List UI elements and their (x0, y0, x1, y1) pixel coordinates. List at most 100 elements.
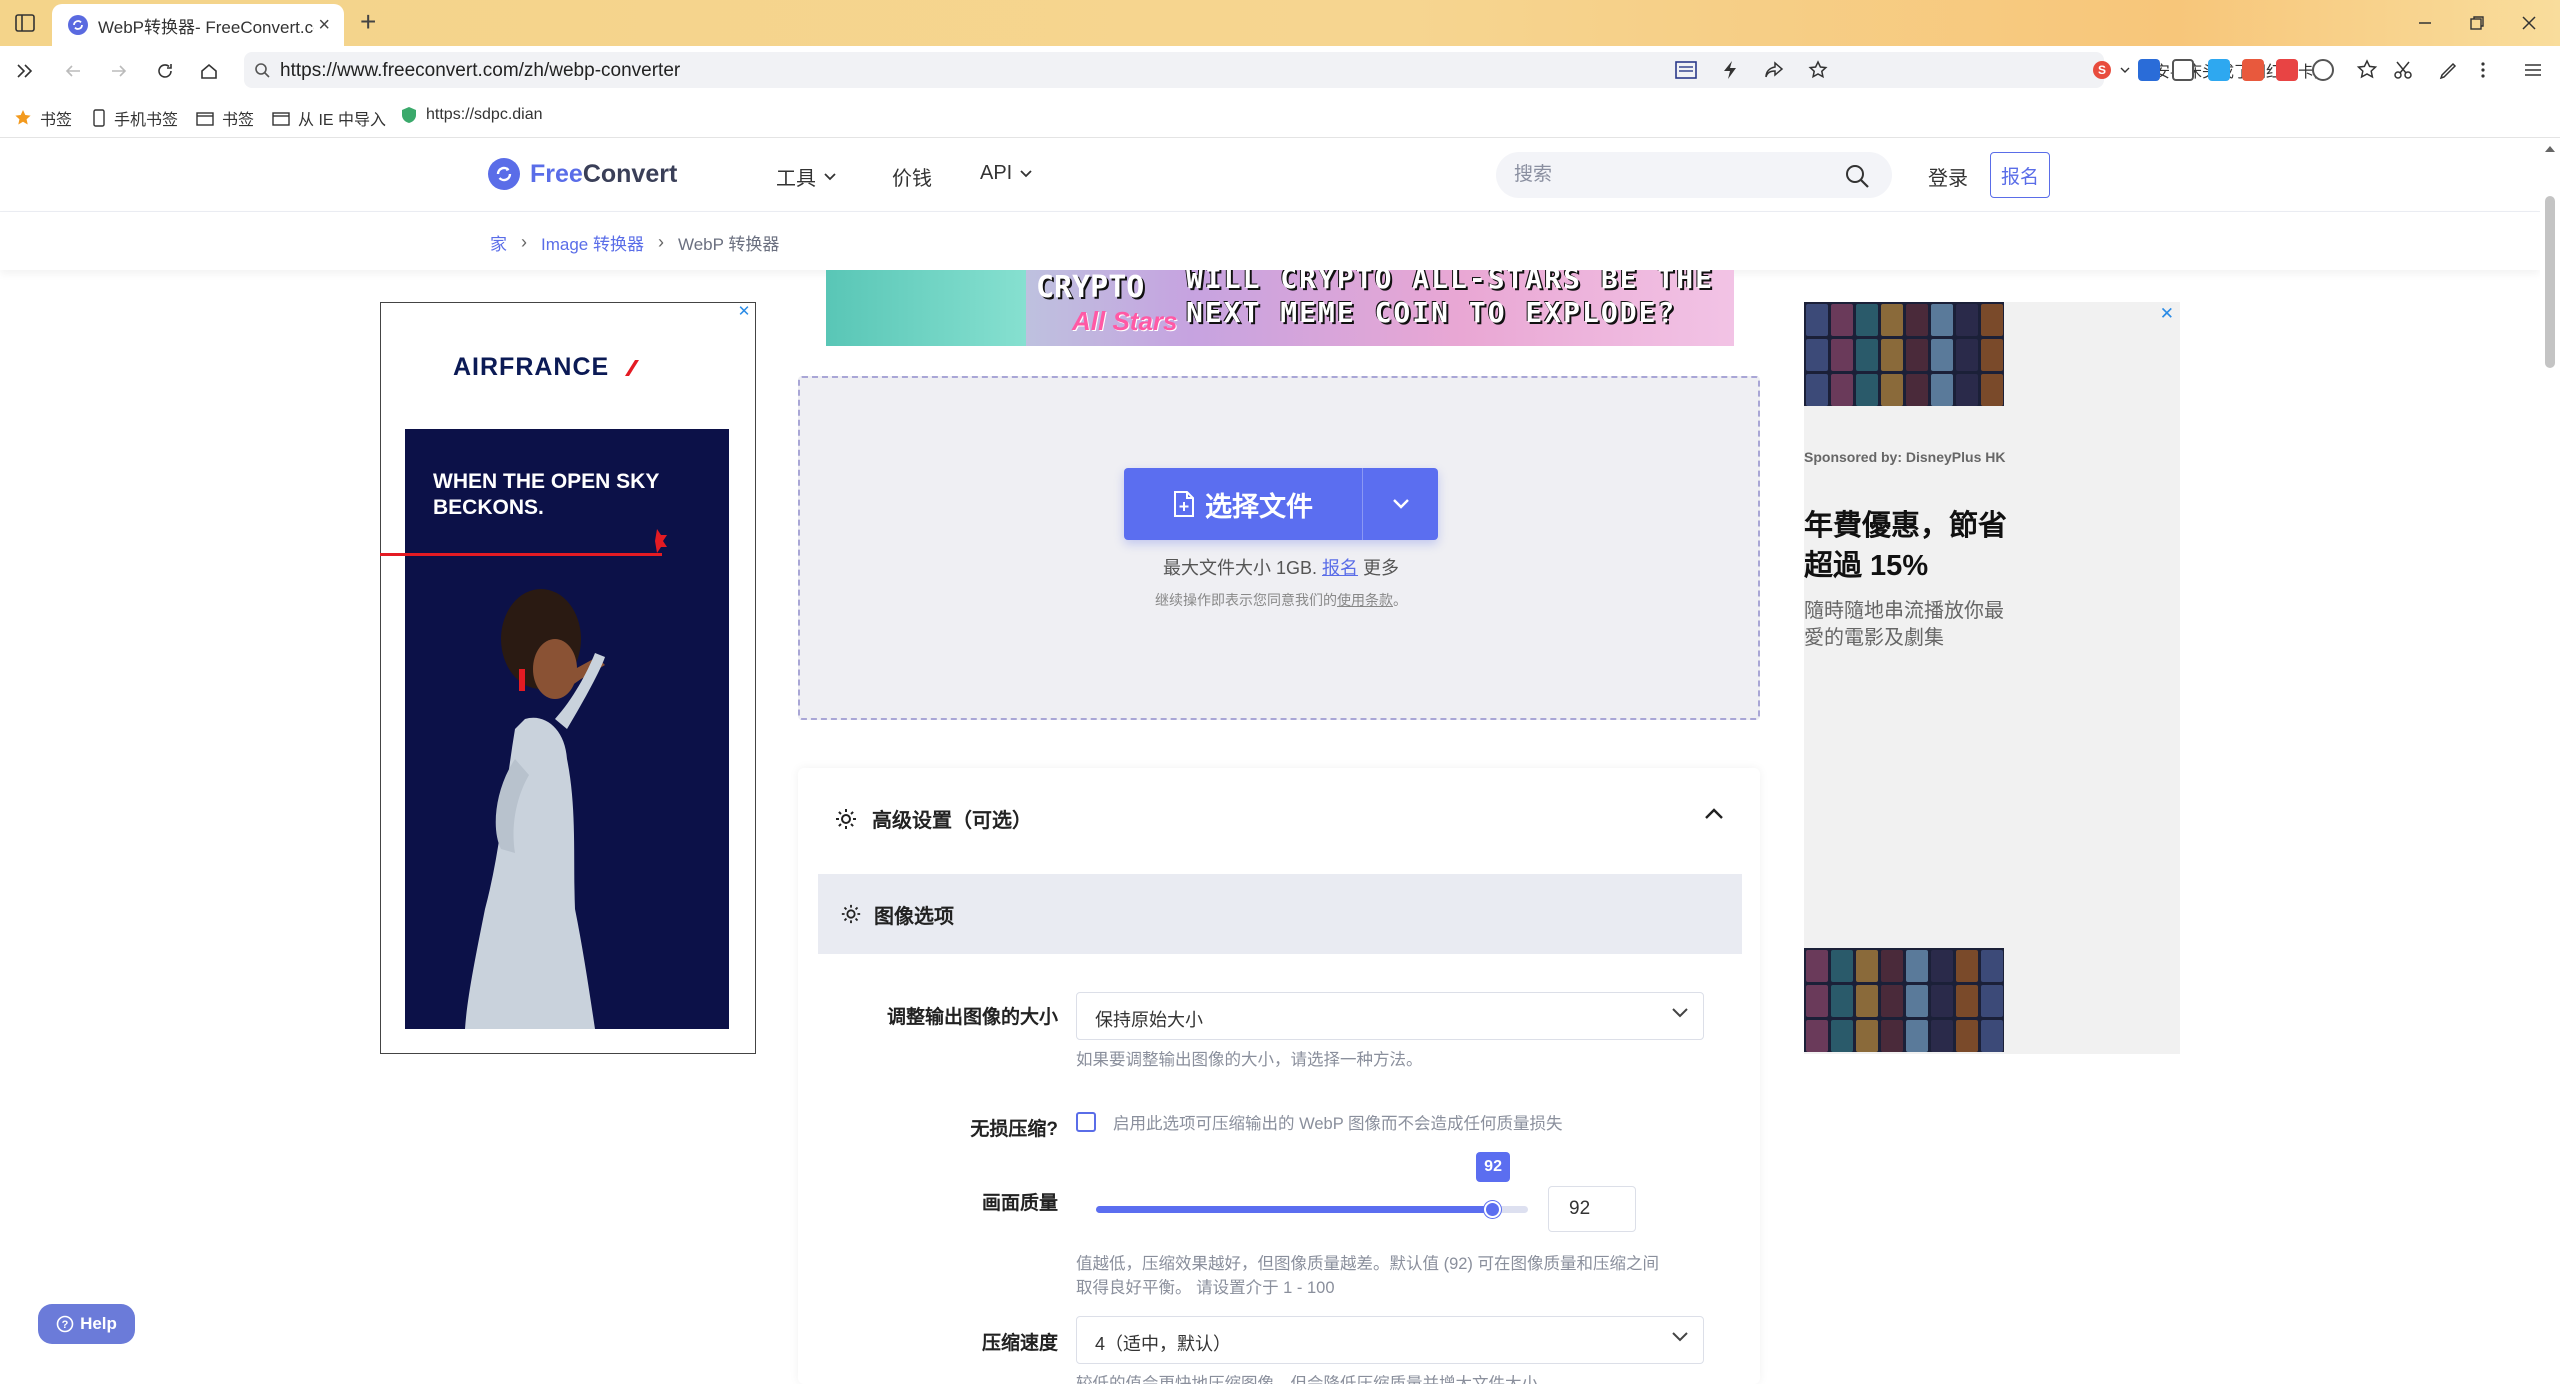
breadcrumb-separator: › (657, 232, 664, 252)
tab-close-icon[interactable]: × (318, 15, 330, 35)
airfrance-logo: AIRFRANCE (453, 353, 640, 382)
extension-5-icon[interactable] (2276, 59, 2298, 81)
close-window-icon[interactable] (2516, 10, 2542, 36)
search-icon[interactable] (1844, 163, 1870, 189)
extension-1-icon[interactable] (2138, 59, 2160, 81)
max-file-size: 最大文件大小 1GB. 报名 更多 (800, 554, 1762, 580)
nav-pricing[interactable]: 价钱 (892, 162, 932, 191)
active-tab[interactable]: WebP转换器- FreeConvert.com × (52, 4, 344, 46)
page-scrollbar[interactable] (2540, 138, 2560, 1384)
speed-select[interactable]: 4（适中，默认） (1076, 1316, 1704, 1364)
signup-link[interactable]: 报名 (1322, 558, 1358, 578)
extension-3-icon[interactable] (2208, 59, 2230, 81)
home-icon[interactable] (196, 58, 222, 84)
back-icon[interactable] (60, 58, 86, 84)
qr-code-icon[interactable] (2172, 59, 2194, 81)
bookmark-label: https://sdpc.dian (426, 106, 543, 123)
gear-icon (836, 808, 856, 829)
expand-sidebar-icon[interactable] (12, 58, 38, 84)
forward-icon[interactable] (106, 58, 132, 84)
file-dropzone[interactable]: 选择文件 最大文件大小 1GB. 报名 更多 继续操作即表示您同意我们的使用条款… (798, 376, 1760, 720)
more-menu-icon[interactable] (2472, 59, 2494, 81)
quality-slider[interactable]: 92 (1096, 1152, 1528, 1218)
nav-api[interactable]: API (980, 162, 1032, 185)
sidebar-toggle-icon[interactable] (12, 11, 38, 35)
bookmark-item[interactable]: https://sdpc.dian (400, 106, 550, 124)
scissors-icon[interactable] (2392, 59, 2414, 81)
ad-close-icon[interactable]: ✕ (2160, 304, 2174, 324)
url-field[interactable]: https://www.freeconvert.com/zh/webp-conv… (244, 52, 2328, 88)
poster-tile (1831, 374, 1853, 406)
phone-icon (93, 109, 105, 127)
lightning-icon[interactable] (1718, 58, 1742, 82)
resize-select[interactable]: 保持原始大小 (1076, 992, 1704, 1040)
reader-mode-icon[interactable] (1674, 58, 1698, 82)
lossless-checkbox[interactable] (1076, 1112, 1096, 1132)
bookmarks-bar: 书签 手机书签 书签 从 IE 中导入 https://sdpc.dian (0, 94, 2560, 138)
image-options-section: 图像选项 (818, 874, 1742, 954)
poster-tile (1881, 1020, 1903, 1052)
restore-icon[interactable] (2464, 10, 2490, 36)
breadcrumb-separator: › (521, 232, 527, 252)
airfrance-red-line (380, 553, 662, 556)
chevron-down-icon (1672, 1332, 1688, 1342)
poster-tile (1906, 304, 1928, 336)
poster-tile (1881, 374, 1903, 406)
favorites-icon[interactable] (2356, 59, 2378, 81)
airfrance-stripe-icon (625, 359, 640, 376)
bookmark-star-icon[interactable] (1806, 58, 1830, 82)
login-link[interactable]: 登录 (1928, 162, 1968, 191)
poster-tile (1806, 1020, 1828, 1052)
nav-api-label: API (980, 162, 1013, 184)
bookmark-label: 手机书签 (114, 112, 179, 129)
poster-tile (1931, 950, 1953, 982)
poster-tile (1956, 304, 1978, 336)
poster-tile (1956, 985, 1978, 1017)
quality-number-input[interactable]: 92 (1548, 1186, 1636, 1232)
breadcrumb-home[interactable]: 家 (490, 230, 507, 255)
breadcrumb-image-converter[interactable]: Image 转换器 (541, 230, 644, 255)
scrollbar-thumb[interactable] (2545, 196, 2555, 368)
file-plus-icon (1174, 491, 1194, 517)
crypto-banner-ad[interactable]: CRYPTO All Stars WILL CRYPTO ALL-STARS B… (826, 270, 1734, 346)
search-input[interactable] (1514, 162, 1834, 188)
scroll-up-icon[interactable] (2545, 146, 2555, 152)
reload-icon[interactable] (152, 58, 178, 84)
pen-icon[interactable] (2438, 59, 2460, 81)
nav-tools[interactable]: 工具 (776, 162, 836, 191)
disneyplus-ad[interactable]: ✕ Sponsored by: DisneyPlus HK 年費優惠，節省超過 … (1804, 302, 2180, 1054)
freeconvert-logo[interactable]: FreeConvert (488, 158, 677, 190)
choose-file-button[interactable]: 选择文件 (1124, 468, 1362, 540)
choose-source-dropdown[interactable] (1362, 468, 1438, 540)
advanced-settings-header[interactable]: 高级设置（可选） (834, 804, 1032, 833)
airfrance-brand: AIRFRANCE (453, 353, 610, 381)
airfrance-ad[interactable]: ✕ AIRFRANCE WHEN THE OPEN SKY BECKONS. (380, 302, 756, 1054)
resize-hint: 如果要调整输出图像的大小，请选择一种方法。 (1076, 1051, 1423, 1069)
poster-tile (1931, 1020, 1953, 1052)
bookmark-label: 从 IE 中导入 (298, 112, 387, 129)
collapse-chevron-up-icon[interactable] (1704, 806, 1724, 820)
bookmark-item[interactable]: 手机书签 (92, 106, 178, 130)
ad-close-icon[interactable]: ✕ (736, 304, 752, 320)
new-tab-icon[interactable]: + (360, 8, 376, 36)
bookmark-item[interactable]: 书签 (14, 106, 72, 130)
history-icon[interactable] (2312, 59, 2334, 81)
bookmark-item[interactable]: 从 IE 中导入 (272, 106, 386, 130)
poster-tile (1831, 304, 1853, 336)
share-icon[interactable] (1762, 58, 1786, 82)
minimize-icon[interactable] (2412, 10, 2438, 36)
bookmark-item[interactable]: 书签 (196, 106, 254, 130)
logo-mark-icon (488, 158, 520, 190)
breadcrumb: 家 › Image 转换器 › WebP 转换器 (490, 230, 779, 255)
signup-button[interactable]: 报名 (1990, 152, 2050, 198)
poster-tile (1931, 985, 1953, 1017)
hamburger-menu-icon[interactable] (2522, 59, 2544, 81)
breadcrumb-bar: 家 › Image 转换器 › WebP 转换器 (0, 212, 2540, 270)
quality-slider-thumb[interactable] (1484, 1201, 1502, 1218)
poster-tile (1981, 304, 2003, 336)
extension-4-icon[interactable] (2242, 59, 2264, 81)
terms-link[interactable]: 使用条款 (1337, 592, 1393, 608)
help-button[interactable]: ? Help (38, 1304, 135, 1344)
banner-headline: WILL CRYPTO ALL-STARS BE THE NEXT MEME C… (1186, 270, 1714, 330)
shield-icon (402, 107, 416, 123)
